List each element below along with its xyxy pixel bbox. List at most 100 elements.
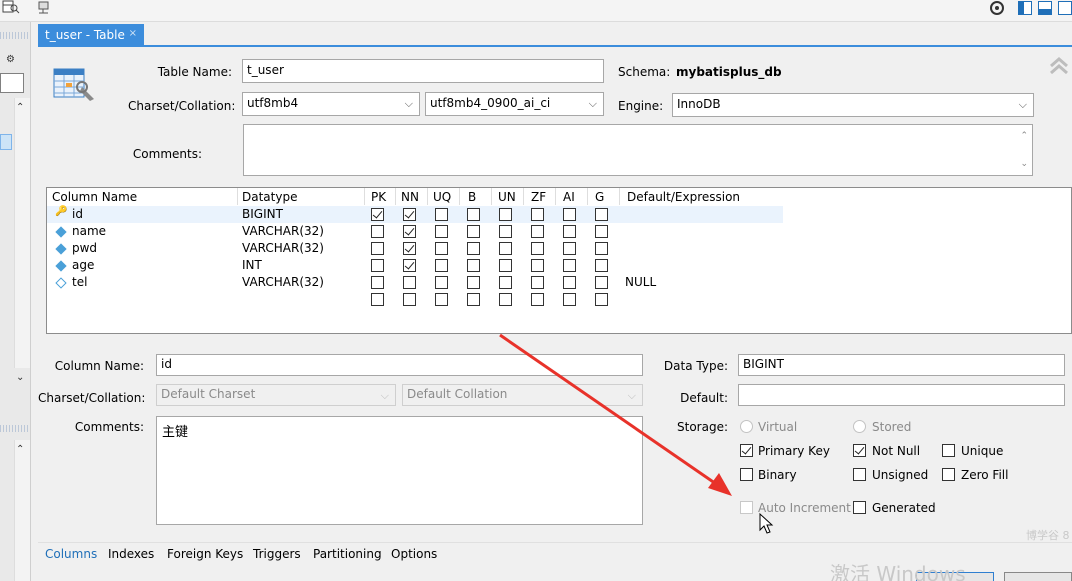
flag-checkbox-zf[interactable] <box>531 276 544 289</box>
flag-checkbox-nn[interactable] <box>403 293 416 306</box>
flag-checkbox-b[interactable] <box>467 242 480 255</box>
tab-foreign-keys[interactable]: Foreign Keys <box>167 547 243 561</box>
flag-checkbox-nn[interactable] <box>403 259 416 272</box>
grid-header-uq[interactable]: UQ <box>433 188 451 206</box>
stored-radio[interactable] <box>853 420 866 433</box>
flag-checkbox-ai[interactable] <box>563 259 576 272</box>
column-name-input[interactable]: id <box>156 354 643 376</box>
tab-indexes[interactable]: Indexes <box>108 547 154 561</box>
sidebar-selected-item[interactable] <box>0 134 12 150</box>
table-row[interactable]: tel VARCHAR(32) NULL <box>47 274 783 291</box>
flag-checkbox-pk[interactable] <box>371 276 384 289</box>
cell-column-name[interactable]: tel <box>72 274 87 291</box>
table-row[interactable]: pwd VARCHAR(32) <box>47 240 783 257</box>
columns-grid[interactable]: Column Name Datatype PK NN UQ B UN ZF AI… <box>46 187 1072 334</box>
column-charset-select[interactable]: Default Charset ⌵ <box>156 384 396 406</box>
grid-header-column-name[interactable]: Column Name <box>52 188 137 206</box>
grid-header-ai[interactable]: AI <box>563 188 575 206</box>
primary-key-checkbox[interactable] <box>740 444 753 457</box>
flag-checkbox-zf[interactable] <box>531 259 544 272</box>
flag-checkbox-pk[interactable] <box>371 293 384 306</box>
sidebar-gripper[interactable] <box>0 32 30 39</box>
flag-checkbox-ai[interactable] <box>563 293 576 306</box>
flag-checkbox-un[interactable] <box>499 208 512 221</box>
table-row[interactable]: 🔑 id BIGINT <box>47 206 783 223</box>
flag-checkbox-zf[interactable] <box>531 225 544 238</box>
scroll-up-icon[interactable]: ⌃ <box>1020 131 1028 141</box>
engine-select[interactable]: InnoDB ⌵ <box>672 93 1034 117</box>
table-comments-input[interactable]: ⌃ ⌄ <box>243 124 1033 176</box>
flag-checkbox-ai[interactable] <box>563 208 576 221</box>
flag-checkbox-pk[interactable] <box>371 242 384 255</box>
virtual-radio[interactable] <box>740 420 753 433</box>
generated-checkbox[interactable] <box>853 501 866 514</box>
flag-checkbox-zf[interactable] <box>531 242 544 255</box>
flag-checkbox-nn[interactable] <box>403 208 416 221</box>
close-tab-icon[interactable]: × <box>129 28 137 39</box>
cell-column-name[interactable]: age <box>72 257 94 274</box>
flag-checkbox-uq[interactable] <box>435 208 448 221</box>
flag-checkbox-un[interactable] <box>499 293 512 306</box>
flag-checkbox-un[interactable] <box>499 259 512 272</box>
unsigned-checkbox[interactable] <box>853 468 866 481</box>
flag-checkbox-b[interactable] <box>467 259 480 272</box>
cell-default[interactable]: NULL <box>625 274 656 291</box>
sidebar-gripper-2[interactable] <box>0 425 30 432</box>
unique-checkbox[interactable] <box>942 444 955 457</box>
table-row[interactable]: name VARCHAR(32) <box>47 223 783 240</box>
grid-header-nn[interactable]: NN <box>401 188 419 206</box>
sidebar-scrollbar-2[interactable] <box>14 440 30 581</box>
settings-icon[interactable] <box>988 0 1006 16</box>
grid-header-pk[interactable]: PK <box>371 188 386 206</box>
table-search-icon[interactable] <box>2 0 20 16</box>
flag-checkbox-uq[interactable] <box>435 259 448 272</box>
flag-checkbox-pk[interactable] <box>371 259 384 272</box>
zero-fill-checkbox[interactable] <box>942 468 955 481</box>
flag-checkbox-un[interactable] <box>499 276 512 289</box>
table-name-input[interactable]: t_user <box>242 59 604 83</box>
collation-select[interactable]: utf8mb4_0900_ai_ci ⌵ <box>425 92 604 116</box>
scroll-up-icon[interactable]: ⌃ <box>16 102 24 113</box>
column-collation-select[interactable]: Default Collation ⌵ <box>402 384 643 406</box>
flag-checkbox-uq[interactable] <box>435 276 448 289</box>
flag-checkbox-un[interactable] <box>499 225 512 238</box>
grid-header-b[interactable]: B <box>468 188 476 206</box>
grid-header-datatype[interactable]: Datatype <box>242 188 297 206</box>
flag-checkbox-g[interactable] <box>595 208 608 221</box>
revert-button[interactable] <box>1004 572 1072 581</box>
flag-checkbox-g[interactable] <box>595 259 608 272</box>
flag-checkbox-g[interactable] <box>595 293 608 306</box>
flag-checkbox-b[interactable] <box>467 276 480 289</box>
sidebar-scrollbar[interactable] <box>14 98 30 368</box>
tab-partitioning[interactable]: Partitioning <box>313 547 382 561</box>
cell-datatype[interactable]: VARCHAR(32) <box>242 274 324 291</box>
cell-datatype[interactable]: VARCHAR(32) <box>242 223 324 240</box>
flag-checkbox-nn[interactable] <box>403 276 416 289</box>
flag-checkbox-uq[interactable] <box>435 293 448 306</box>
flag-checkbox-g[interactable] <box>595 242 608 255</box>
tab-options[interactable]: Options <box>391 547 437 561</box>
flag-checkbox-g[interactable] <box>595 225 608 238</box>
tab-columns[interactable]: Columns <box>45 547 97 561</box>
scroll-down-icon[interactable]: ⌄ <box>16 372 24 383</box>
cell-datatype[interactable]: INT <box>242 257 262 274</box>
scroll-up-icon-2[interactable]: ⌃ <box>16 444 24 455</box>
column-comments-input[interactable]: 主键 <box>156 416 643 525</box>
flag-checkbox-zf[interactable] <box>531 293 544 306</box>
tab-triggers[interactable]: Triggers <box>253 547 301 561</box>
tab-t-user-table[interactable]: t_user - Table × <box>38 24 144 45</box>
flag-checkbox-g[interactable] <box>595 276 608 289</box>
panel-right-icon[interactable] <box>1058 1 1072 15</box>
charset-select[interactable]: utf8mb4 ⌵ <box>242 92 420 116</box>
cell-datatype[interactable]: BIGINT <box>242 206 283 223</box>
flag-checkbox-ai[interactable] <box>563 276 576 289</box>
flag-checkbox-zf[interactable] <box>531 208 544 221</box>
cell-column-name[interactable]: name <box>72 223 106 240</box>
flag-checkbox-pk[interactable] <box>371 208 384 221</box>
flag-checkbox-uq[interactable] <box>435 242 448 255</box>
flag-checkbox-pk[interactable] <box>371 225 384 238</box>
grid-header-zf[interactable]: ZF <box>531 188 546 206</box>
flag-checkbox-un[interactable] <box>499 242 512 255</box>
plug-icon[interactable] <box>36 0 54 16</box>
panel-bottom-icon[interactable] <box>1038 1 1052 15</box>
